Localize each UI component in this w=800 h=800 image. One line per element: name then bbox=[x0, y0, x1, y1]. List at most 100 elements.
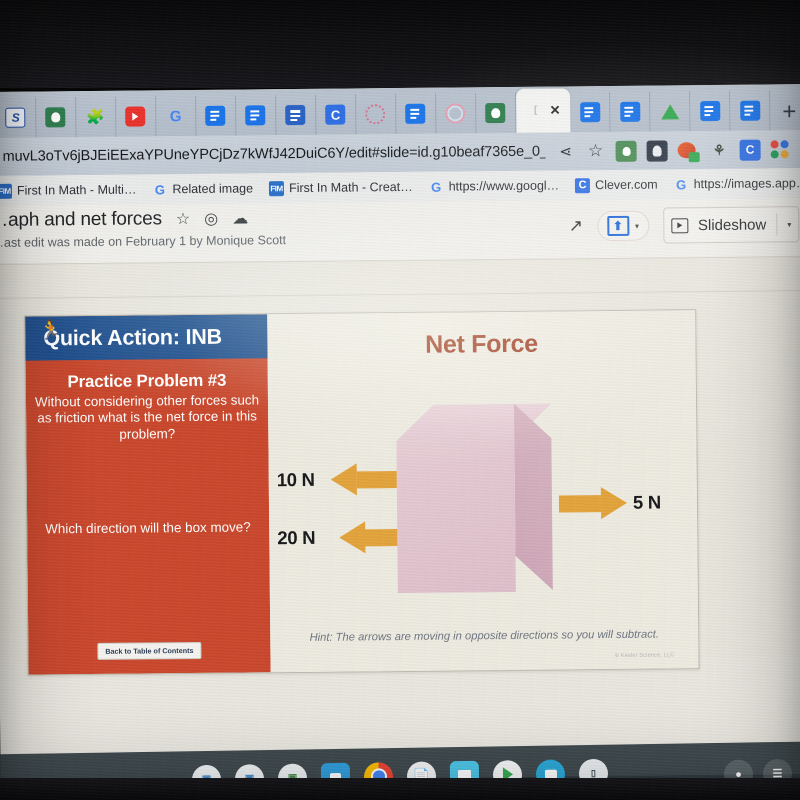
slideshow-label: Slideshow bbox=[697, 215, 767, 234]
ring-icon bbox=[445, 103, 466, 124]
bookmark-star-icon[interactable]: ☆ bbox=[586, 141, 606, 161]
google-docs-icon bbox=[205, 105, 226, 126]
contact-card-icon bbox=[45, 107, 66, 128]
bookmark-label: First In Math - Creat… bbox=[288, 179, 413, 196]
bookmark-images-app[interactable]: G https://images.app… bbox=[674, 176, 800, 192]
quick-action-title: Quick Action: INB bbox=[43, 324, 223, 350]
browser-tab-docs-4[interactable] bbox=[570, 91, 611, 133]
browser-tab-slides-1[interactable] bbox=[275, 94, 317, 136]
bookmark-google[interactable]: G https://www.googl… bbox=[429, 178, 560, 194]
divider bbox=[776, 213, 778, 236]
browser-tab-docs-2[interactable] bbox=[235, 95, 277, 136]
arrow-shaft bbox=[356, 471, 397, 489]
puzzle-piece-icon: 🧩 bbox=[86, 108, 106, 126]
google-slides-icon bbox=[285, 104, 306, 126]
photographed-screen: S 🧩 G C [ ✕ + muvL3oTv6jBJEiEExaYPUneYPC… bbox=[0, 0, 800, 800]
google-docs-icon bbox=[699, 100, 720, 122]
chevron-down-icon[interactable]: ▾ bbox=[635, 221, 639, 230]
play-icon bbox=[670, 217, 689, 233]
google-g-icon: G bbox=[431, 179, 442, 195]
extension-four-dots-icon[interactable] bbox=[771, 139, 792, 160]
browser-tab-scratch[interactable]: S bbox=[0, 97, 37, 138]
bookmark-label: Clever.com bbox=[595, 177, 658, 193]
extension-clever-icon[interactable]: C bbox=[739, 139, 761, 161]
address-bar-input[interactable]: muvL3oTv6jBJEiEExaYPUneYPCjDz7kWfJ42DuiC… bbox=[1, 144, 546, 165]
active-tab-favicon: [ bbox=[533, 104, 538, 116]
browser-tab-puzzle[interactable]: 🧩 bbox=[76, 96, 117, 138]
net-force-panel: Net Force 10 N 20 N 5 N Hint: The arrows… bbox=[267, 310, 699, 673]
bookmark-clever[interactable]: C Clever.com bbox=[575, 177, 658, 193]
bookmark-label: https://images.app… bbox=[693, 176, 800, 192]
extension-palette-blob-icon[interactable] bbox=[678, 140, 699, 161]
bookmark-first-in-math-2[interactable]: FIM First In Math - Creat… bbox=[268, 179, 413, 196]
google-docs-icon bbox=[619, 101, 640, 122]
present-icon[interactable]: ⬆ bbox=[606, 215, 630, 237]
extension-plant-icon[interactable]: ⚘ bbox=[709, 139, 730, 160]
arrow-shaft bbox=[357, 529, 398, 547]
app-bar-actions: ↗ ⬆ ▾ Slideshow ▾ bbox=[569, 206, 800, 244]
browser-tab-docs-5[interactable] bbox=[610, 91, 651, 132]
arrow-head-icon bbox=[600, 486, 628, 520]
laptop-bezel-top bbox=[0, 0, 800, 88]
force-diagram: 10 N 20 N 5 N bbox=[267, 310, 698, 672]
share-icon[interactable]: ⋖ bbox=[556, 141, 576, 161]
practice-problem-title: Practice Problem #3 bbox=[67, 370, 227, 392]
slideshow-button[interactable]: Slideshow ▾ bbox=[662, 206, 800, 244]
force-label-10n: 10 N bbox=[276, 468, 315, 491]
dotted-circle-icon bbox=[365, 104, 386, 125]
google-g-icon: G bbox=[676, 176, 687, 192]
browser-tab-youtube[interactable] bbox=[115, 96, 157, 137]
move-to-folder-icon[interactable]: ◎ bbox=[204, 209, 218, 229]
extension-contacts-icon[interactable] bbox=[615, 140, 637, 162]
close-icon[interactable]: ✕ bbox=[550, 102, 561, 118]
divider bbox=[0, 290, 800, 299]
browser-tab-docs-1[interactable] bbox=[195, 95, 237, 136]
new-tab-button[interactable]: + bbox=[770, 98, 800, 130]
browser-tab-drive[interactable] bbox=[650, 91, 691, 132]
bookmark-label: Related image bbox=[172, 181, 254, 197]
youtube-icon bbox=[125, 106, 146, 127]
copyright-text: © Kesler Science, LLC bbox=[614, 652, 675, 659]
clever-c-icon: C bbox=[325, 104, 346, 125]
laptop-bezel-bottom bbox=[0, 778, 800, 800]
extension-lightbulb-icon[interactable] bbox=[646, 139, 668, 162]
browser-tab-docs-7[interactable] bbox=[730, 90, 771, 131]
cloud-saved-icon[interactable]: ☁ bbox=[232, 208, 248, 228]
slides-app-bar: …aph and net forces ☆ ◎ ☁ …ast edit was … bbox=[0, 198, 800, 264]
browser-tab-clever[interactable]: C bbox=[315, 94, 357, 135]
quick-action-header: 🏃 Quick Action: INB bbox=[25, 314, 268, 361]
bookmark-related-image[interactable]: G Related image bbox=[152, 181, 253, 197]
slide-canvas: 🏃 Quick Action: INB Practice Problem #3 … bbox=[0, 256, 800, 676]
browser-tab-contacts-2[interactable] bbox=[475, 92, 517, 134]
arrow-head-icon bbox=[330, 463, 357, 496]
google-docs-icon bbox=[579, 102, 600, 123]
star-icon[interactable]: ☆ bbox=[176, 209, 191, 229]
chevron-down-icon[interactable]: ▾ bbox=[787, 220, 791, 229]
browser-tab-active-slides[interactable]: [ ✕ bbox=[515, 88, 571, 133]
present-button-group[interactable]: ⬆ ▾ bbox=[596, 210, 650, 242]
browser-tab-docs-3[interactable] bbox=[395, 93, 437, 135]
browser-tab-google[interactable]: G bbox=[155, 95, 197, 137]
google-docs-icon bbox=[739, 100, 760, 121]
tab-strip: S 🧩 G C [ ✕ + bbox=[0, 84, 800, 138]
activity-trend-icon[interactable]: ↗ bbox=[569, 216, 583, 236]
browser-tab-contacts[interactable] bbox=[36, 97, 77, 138]
bookmark-label: https://www.googl… bbox=[448, 178, 560, 194]
force-arrow-left-20n bbox=[339, 521, 398, 554]
browser-tab-ring[interactable] bbox=[435, 93, 477, 134]
browser-tab-dots[interactable] bbox=[355, 94, 397, 135]
browser-tab-docs-6[interactable] bbox=[690, 90, 731, 132]
force-label-5n: 5 N bbox=[632, 491, 661, 513]
bookmark-first-in-math-1[interactable]: FIM First In Math - Multi… bbox=[0, 182, 137, 199]
cube-front-face bbox=[396, 439, 516, 594]
first-in-math-icon: FIM bbox=[268, 180, 285, 196]
arrow-shaft bbox=[558, 495, 602, 513]
force-arrow-left-10n bbox=[330, 463, 397, 496]
browser-window: S 🧩 G C [ ✕ + muvL3oTv6jBJEiEExaYPUneYPC… bbox=[0, 84, 800, 782]
force-arrow-right-5n bbox=[558, 486, 628, 520]
page-title[interactable]: …aph and net forces bbox=[0, 208, 162, 232]
slide-net-force[interactable]: 🏃 Quick Action: INB Practice Problem #3 … bbox=[24, 309, 700, 676]
back-to-table-of-contents-button[interactable]: Back to Table of Contents bbox=[97, 641, 202, 660]
practice-problem-question: Which direction will the box move? bbox=[45, 519, 251, 537]
clever-c-icon: C bbox=[575, 177, 591, 193]
